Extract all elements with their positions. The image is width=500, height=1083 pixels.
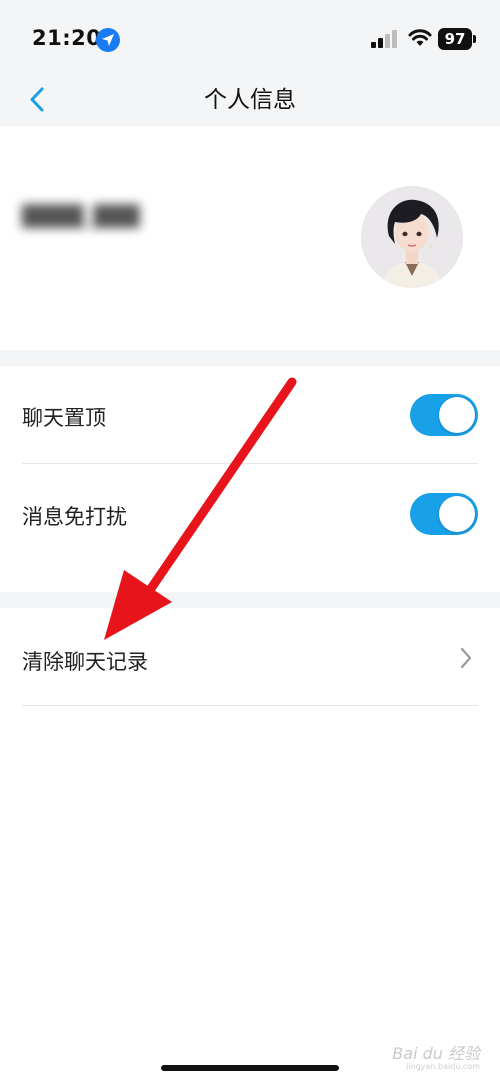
status-time: 21:20: [32, 26, 102, 50]
battery-icon: 97: [438, 28, 476, 50]
section-separator: [0, 350, 500, 366]
avatar[interactable]: [361, 186, 463, 288]
profile-section[interactable]: ████_███: [0, 126, 500, 350]
toggle-knob: [439, 496, 475, 532]
section-separator: [0, 592, 500, 608]
battery-level: 97: [444, 30, 466, 48]
navigation-bar: 个人信息: [0, 78, 500, 126]
chevron-right-icon: [460, 647, 472, 669]
clear-history-row[interactable]: 清除聊天记录: [0, 608, 500, 706]
toggle-knob: [439, 397, 475, 433]
home-indicator[interactable]: [161, 1065, 339, 1071]
wifi-icon: [408, 29, 432, 46]
location-arrow-icon: [96, 28, 120, 52]
do-not-disturb-row[interactable]: 消息免打扰: [0, 464, 500, 592]
status-bar: 21:20 97: [0, 0, 500, 78]
page-title: 个人信息: [204, 87, 296, 113]
watermark-url: jingyan.baidu.com: [406, 1062, 480, 1071]
do-not-disturb-label: 消息免打扰: [22, 505, 127, 529]
row-divider: [22, 705, 478, 706]
clear-history-label: 清除聊天记录: [22, 650, 148, 674]
profile-name: ████_███: [22, 204, 140, 228]
cellular-signal-icon: [371, 30, 397, 48]
watermark: Bai du 经验: [392, 1044, 480, 1063]
pin-chat-label: 聊天置顶: [22, 406, 106, 430]
pin-chat-row[interactable]: 聊天置顶: [0, 366, 500, 464]
do-not-disturb-toggle[interactable]: [410, 493, 478, 535]
pin-chat-toggle[interactable]: [410, 394, 478, 436]
